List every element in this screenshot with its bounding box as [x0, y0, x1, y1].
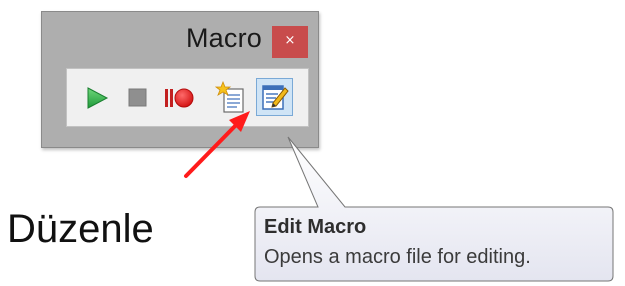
- edit-macro-button[interactable]: [256, 78, 293, 116]
- duzenle-label: Düzenle: [7, 207, 154, 251]
- new-macro-button[interactable]: [213, 69, 249, 126]
- close-button[interactable]: ×: [272, 26, 308, 58]
- window-title: Macro: [185, 23, 262, 53]
- stop-button[interactable]: [123, 69, 153, 126]
- new-macro-icon: [215, 81, 244, 113]
- stop-icon: [128, 88, 147, 107]
- record-icon: [165, 88, 194, 108]
- tooltip-description: Opens a macro file for editing.: [264, 246, 531, 268]
- record-button[interactable]: [159, 69, 199, 126]
- macro-window: Macro ×: [41, 11, 319, 148]
- edit-macro-icon: [262, 85, 289, 110]
- macro-toolbar: [66, 68, 309, 127]
- tooltip: Edit Macro Opens a macro file for editin…: [254, 203, 616, 283]
- play-button[interactable]: [81, 69, 113, 126]
- play-icon: [87, 87, 109, 109]
- tooltip-title: Edit Macro: [264, 216, 367, 238]
